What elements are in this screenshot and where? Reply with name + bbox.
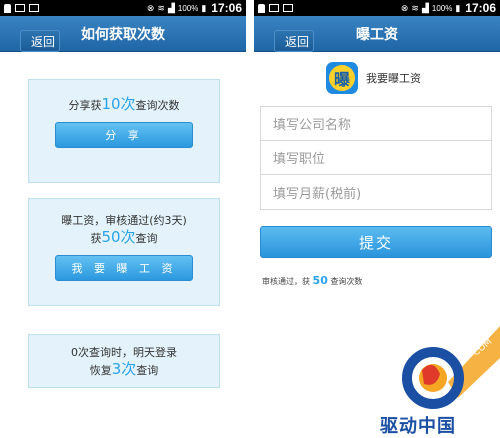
battery-icon: ▮ xyxy=(455,2,461,13)
watermark-text: 驱动中国 xyxy=(380,416,456,437)
note-post: 查询次数 xyxy=(327,277,363,286)
expose-salary-button[interactable]: 我 要 曝 工 资 xyxy=(55,255,193,281)
recovery-count: 3次 xyxy=(111,360,137,378)
expose-text-post: 查询 xyxy=(135,232,158,245)
company-name-field[interactable]: 填写公司名称 xyxy=(261,107,491,141)
note-count: 50 xyxy=(312,274,328,287)
recovery-line1: 0次查询时，明天登录 xyxy=(71,346,177,359)
note-pre: 审核通过，获 xyxy=(262,277,313,286)
share-count: 10次 xyxy=(101,95,136,113)
battery-percent: 100% xyxy=(177,3,199,13)
battery-icon: ▮ xyxy=(201,2,207,13)
expose-count: 50次 xyxy=(101,228,136,246)
screenshot-stage: ⊗ ≋ ▟ 100% ▮ 17:06 返回 如何获取次数 分享获10次查询次数 … xyxy=(0,0,500,438)
main-content: 分享获10次查询次数 分 享 曝工资，审核通过(约3天) 获50次查询 我 要 … xyxy=(0,52,246,438)
status-bar: ⊗ ≋ ▟ 100% ▮ 17:06 xyxy=(0,0,246,16)
image-icon xyxy=(15,4,25,12)
share-button[interactable]: 分 享 xyxy=(55,122,193,148)
signal-icon: ▟ xyxy=(421,2,429,13)
recovery-text-post: 查询 xyxy=(136,364,159,377)
mail-icon xyxy=(29,4,39,12)
clock: 17:06 xyxy=(465,1,496,15)
app-logo-char: 曝 xyxy=(329,65,355,91)
nav-bar: 返回 曝工资 xyxy=(254,16,500,52)
salary-form: 填写公司名称 填写职位 填写月薪(税前) xyxy=(260,106,492,210)
back-button[interactable]: 返回 xyxy=(274,30,314,52)
left-phone-screen: ⊗ ≋ ▟ 100% ▮ 17:06 返回 如何获取次数 分享获10次查询次数 … xyxy=(0,0,246,438)
battery-percent: 100% xyxy=(431,3,453,13)
expose-salary-card: 曝工资，审核通过(约3天) 获50次查询 我 要 曝 工 资 xyxy=(28,198,220,306)
signal-icon: ▟ xyxy=(167,2,175,13)
job-title-field[interactable]: 填写职位 xyxy=(261,141,491,175)
reward-note: 审核通过，获 50 查询次数 xyxy=(262,274,362,287)
wifi-icon: ≋ xyxy=(157,2,165,13)
clock: 17:06 xyxy=(211,1,242,15)
app-name: 我要曝工资 xyxy=(366,72,421,85)
recovery-card: 0次查询时，明天登录 恢复3次查询 xyxy=(28,334,220,388)
back-button[interactable]: 返回 xyxy=(20,30,60,52)
share-text-pre: 分享获 xyxy=(68,99,102,112)
expose-card-line2: 获50次查询 xyxy=(29,229,219,247)
notification-icon xyxy=(258,3,265,13)
mail-icon xyxy=(283,4,293,12)
share-card: 分享获10次查询次数 分 享 xyxy=(28,79,220,183)
expose-card-line1: 曝工资，审核通过(约3天) xyxy=(61,214,187,227)
alarm-icon: ⊗ xyxy=(146,2,155,13)
notification-icon xyxy=(4,3,11,13)
recovery-line2: 恢复3次查询 xyxy=(29,361,219,379)
monthly-salary-field[interactable]: 填写月薪(税前) xyxy=(261,175,491,209)
expose-text-pre: 获 xyxy=(90,232,102,245)
share-text-post: 查询次数 xyxy=(135,99,180,112)
status-bar: ⊗ ≋ ▟ 100% ▮ 17:06 xyxy=(254,0,500,16)
submit-button[interactable]: 提交 xyxy=(260,226,492,258)
wifi-icon: ≋ xyxy=(411,2,419,13)
recovery-text-pre: 恢复 xyxy=(89,364,112,377)
alarm-icon: ⊗ xyxy=(400,2,409,13)
image-icon xyxy=(269,4,279,12)
nav-bar: 返回 如何获取次数 xyxy=(0,16,246,52)
app-logo: 曝 xyxy=(326,62,358,94)
app-header: 曝 我要曝工资 xyxy=(326,62,421,94)
share-card-text: 分享获10次查询次数 xyxy=(29,96,219,114)
